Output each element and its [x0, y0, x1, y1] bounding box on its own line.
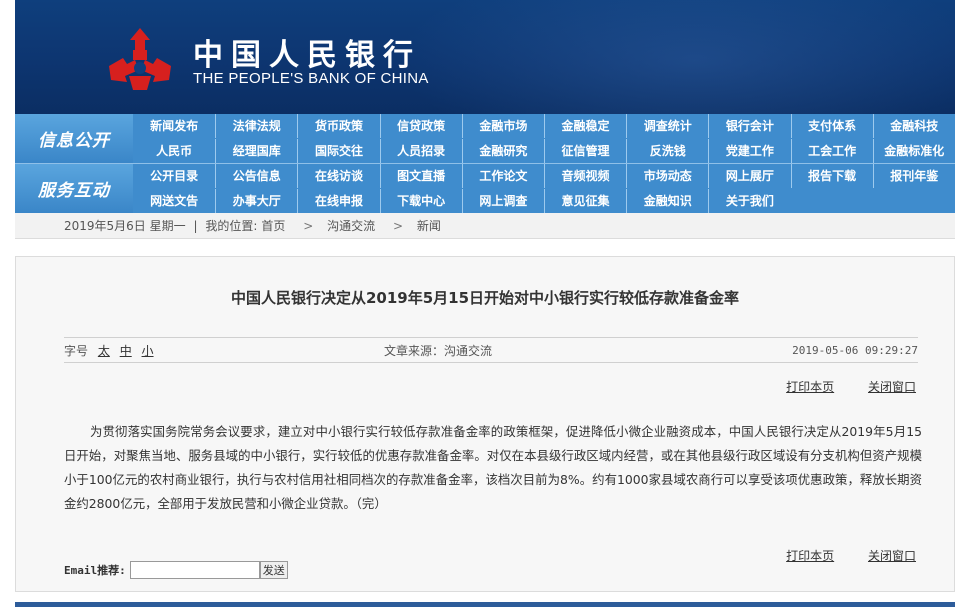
nav-item-international[interactable]: 国际交往 — [297, 139, 379, 163]
nav-row: 网送文告 办事大厅 在线申报 下载中心 网上调查 意见征集 金融知识 关于我们 — [133, 189, 955, 213]
print-page-link[interactable]: 打印本页 — [786, 549, 834, 563]
article-title: 中国人民银行决定从2019年5月15日开始对中小银行实行较低存款准备金率 — [230, 289, 740, 307]
nav-block-title-info: 信息公开 — [15, 114, 133, 163]
nav-item-financial-market[interactable]: 金融市场 — [461, 114, 544, 138]
nav-item-rmb[interactable]: 人民币 — [133, 139, 215, 163]
nav-block-info: 信息公开 新闻发布 法律法规 货币政策 信贷政策 金融市场 金融稳定 调查统计 … — [15, 114, 955, 163]
nav-item-statistics[interactable]: 调查统计 — [626, 114, 708, 138]
nav-block-title-service: 服务互动 — [15, 164, 133, 213]
nav-item-audio-video[interactable]: 音频视频 — [543, 164, 626, 188]
close-window-link[interactable]: 关闭窗口 — [868, 549, 916, 563]
article-body: 为贯彻落实国务院常务会议要求，建立对中小银行实行较低存款准备金率的政策框架，促进… — [64, 424, 922, 511]
nav-block-service: 服务互动 公开目录 公告信息 在线访谈 图文直播 工作论文 音频视频 市场动态 … — [15, 164, 955, 213]
font-size-small-link[interactable]: 小 — [142, 344, 154, 358]
email-input[interactable] — [129, 561, 260, 579]
nav-item-anti-money-laundering[interactable]: 反洗钱 — [626, 139, 708, 163]
nav-item-yearbook[interactable]: 报刊年鉴 — [872, 164, 955, 188]
nav-item-opinion-collection[interactable]: 意见征集 — [543, 189, 626, 213]
nav-item-about-us[interactable]: 关于我们 — [708, 189, 790, 213]
close-window-link[interactable]: 关闭窗口 — [868, 380, 916, 394]
pboc-emblem-icon[interactable] — [105, 26, 175, 92]
nav-item-online-exhibition[interactable]: 网上展厅 — [708, 164, 790, 188]
location-label: 我的位置: — [205, 219, 258, 233]
font-size-label: 字号 — [64, 344, 89, 358]
nav-item-documents[interactable]: 网送文告 — [133, 189, 215, 213]
breadcrumb: 2019年5月6日 星期一 | 我的位置: 首页 > 沟通交流 > 新闻 — [15, 213, 955, 239]
nav-row: 公开目录 公告信息 在线访谈 图文直播 工作论文 音频视频 市场动态 网上展厅 … — [133, 164, 955, 188]
nav-item-monetary-policy[interactable]: 货币政策 — [297, 114, 379, 138]
breadcrumb-home-link[interactable]: 首页 — [261, 219, 285, 233]
breadcrumb-arrow-icon: > — [303, 219, 314, 233]
nav-item-credit-reference[interactable]: 征信管理 — [543, 139, 626, 163]
article-tools-bottom: 打印本页 关闭窗口 — [756, 547, 916, 564]
nav-row: 人民币 经理国库 国际交往 人员招录 金融研究 征信管理 反洗钱 党建工作 工会… — [133, 139, 955, 163]
nav-item-financial-stability[interactable]: 金融稳定 — [543, 114, 626, 138]
breadcrumb-separator: | — [193, 219, 198, 233]
nav-item-union[interactable]: 工会工作 — [790, 139, 873, 163]
nav-item-service-hall[interactable]: 办事大厅 — [215, 189, 297, 213]
nav-item-online-declaration[interactable]: 在线申报 — [297, 189, 379, 213]
nav-item-payment-system[interactable]: 支付体系 — [790, 114, 873, 138]
nav-item-public-catalog[interactable]: 公开目录 — [133, 164, 215, 188]
nav-item-report-download[interactable]: 报告下载 — [790, 164, 873, 188]
breadcrumb-news-link[interactable]: 新闻 — [417, 219, 441, 233]
header-banner: 中国人民银行 THE PEOPLE'S BANK OF CHINA — [15, 0, 955, 114]
article-tools-top: 打印本页 关闭窗口 — [756, 378, 916, 395]
article-meta: 字号 太 中 小 文章来源：沟通交流 2019-05-06 09:29:27 — [64, 337, 918, 363]
nav-item-download-center[interactable]: 下载中心 — [379, 189, 462, 213]
nav-item-laws[interactable]: 法律法规 — [215, 114, 297, 138]
nav-item-financial-knowledge[interactable]: 金融知识 — [626, 189, 708, 213]
nav-item-online-survey[interactable]: 网上调查 — [461, 189, 544, 213]
article-source: 文章来源：沟通交流 — [384, 344, 493, 358]
nav-item-accounting[interactable]: 银行会计 — [708, 114, 790, 138]
nav-item-market-dynamics[interactable]: 市场动态 — [626, 164, 708, 188]
font-size-large-link[interactable]: 太 — [98, 344, 110, 358]
article-datetime: 2019-05-06 09:29:27 — [792, 344, 918, 357]
nav-item-online-interview[interactable]: 在线访谈 — [297, 164, 379, 188]
nav-item-party-building[interactable]: 党建工作 — [708, 139, 790, 163]
nav-item-treasury[interactable]: 经理国库 — [215, 139, 297, 163]
nav-item-recruitment[interactable]: 人员招录 — [379, 139, 462, 163]
article-panel: 中国人民银行决定从2019年5月15日开始对中小银行实行较低存款准备金率 字号 … — [15, 256, 955, 592]
nav-item-fintech[interactable]: 金融科技 — [872, 114, 955, 138]
breadcrumb-communication-link[interactable]: 沟通交流 — [327, 219, 375, 233]
nav-item-news-release[interactable]: 新闻发布 — [133, 114, 215, 138]
breadcrumb-arrow-icon: > — [392, 219, 404, 233]
email-label: Email推荐: — [64, 564, 126, 577]
nav-item-standardization[interactable]: 金融标准化 — [872, 139, 955, 163]
nav-item-research[interactable]: 金融研究 — [461, 139, 544, 163]
logo-english-text: THE PEOPLE'S BANK OF CHINA — [193, 70, 429, 87]
font-size-medium-link[interactable]: 中 — [120, 344, 132, 358]
print-page-link[interactable]: 打印本页 — [786, 380, 834, 394]
nav-item-announcements[interactable]: 公告信息 — [215, 164, 297, 188]
banner-glow — [395, 0, 955, 114]
nav-item-credit-policy[interactable]: 信贷政策 — [379, 114, 462, 138]
logo-chinese-text: 中国人民银行 — [193, 38, 421, 73]
font-size-selector: 字号 太 中 小 — [64, 339, 154, 363]
footer-bar — [15, 602, 955, 607]
current-date: 2019年5月6日 星期一 — [64, 219, 186, 233]
email-recommend-form: Email推荐: 发送 — [64, 561, 288, 579]
send-button[interactable]: 发送 — [259, 561, 288, 579]
nav-item-working-papers[interactable]: 工作论文 — [461, 164, 544, 188]
main-navigation: 信息公开 新闻发布 法律法规 货币政策 信贷政策 金融市场 金融稳定 调查统计 … — [15, 114, 955, 213]
nav-row: 新闻发布 法律法规 货币政策 信贷政策 金融市场 金融稳定 调查统计 银行会计 … — [133, 114, 955, 138]
nav-item-live-broadcast[interactable]: 图文直播 — [379, 164, 462, 188]
